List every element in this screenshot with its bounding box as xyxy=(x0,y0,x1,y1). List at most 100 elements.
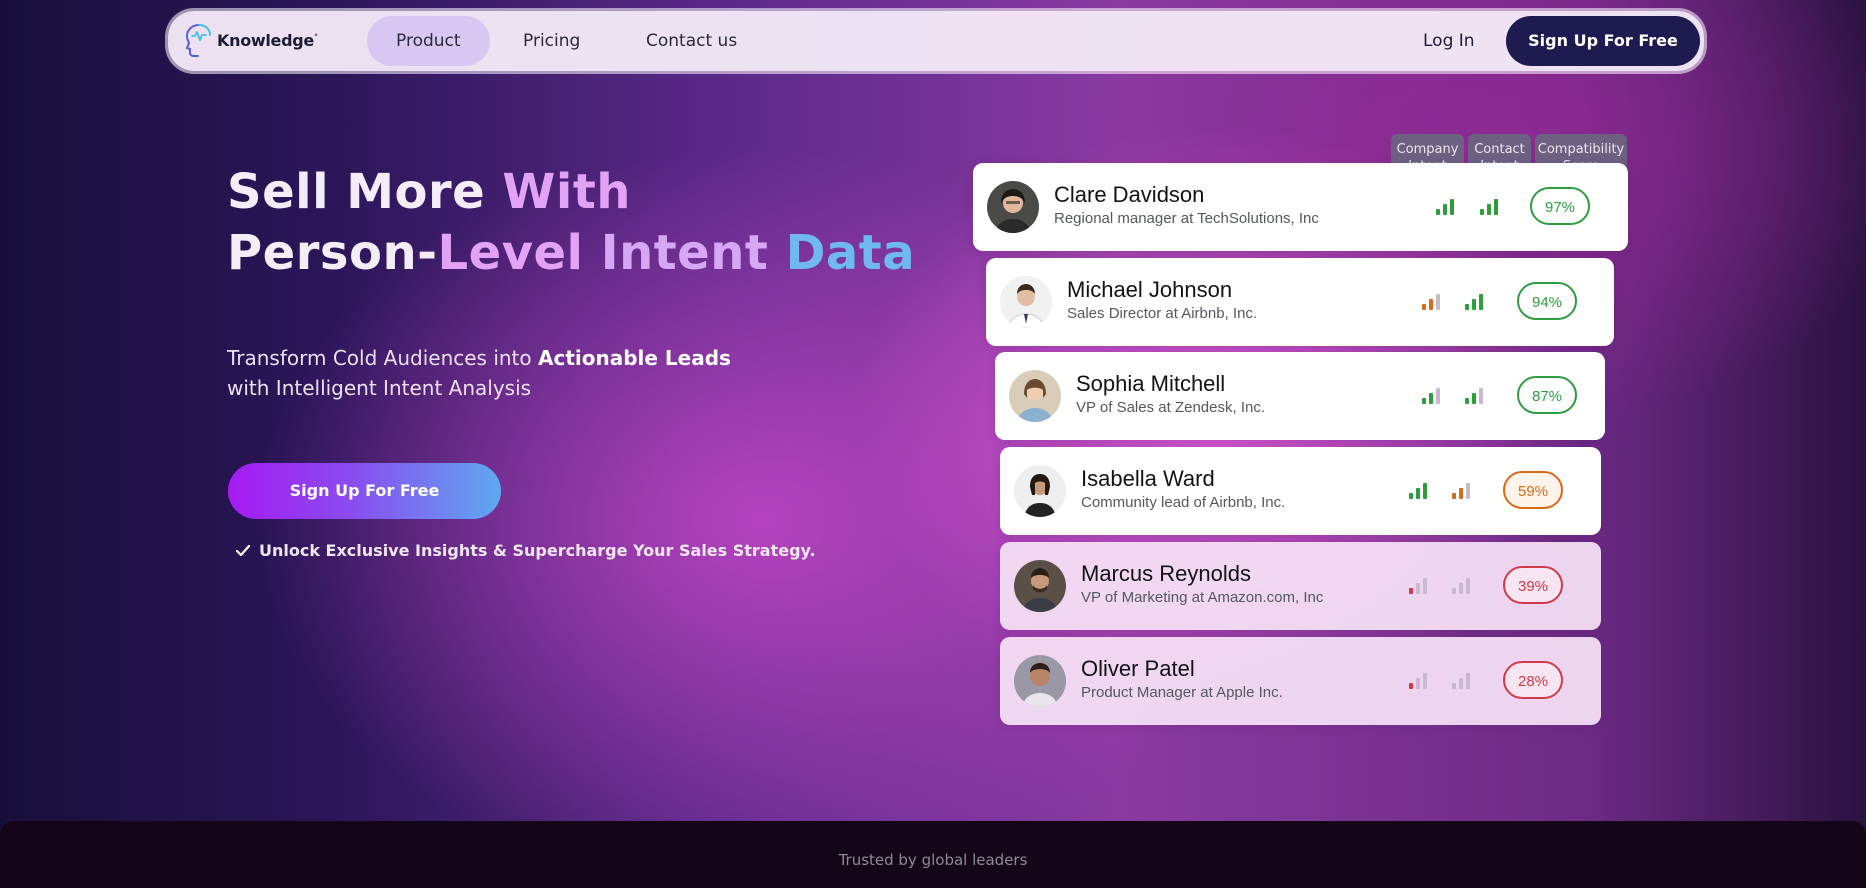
signal-bar xyxy=(1436,388,1440,404)
signal-bar xyxy=(1409,493,1413,499)
column-header-label: Contact xyxy=(1474,141,1525,157)
avatar xyxy=(1009,370,1061,422)
login-link[interactable]: Log In xyxy=(1423,16,1475,66)
column-header-label: Company xyxy=(1396,141,1459,157)
nav-signup-button[interactable]: Sign Up For Free xyxy=(1506,16,1700,66)
compatibility-score-badge: 59% xyxy=(1503,471,1563,509)
compatibility-score-badge: 39% xyxy=(1503,566,1563,604)
signal-bar xyxy=(1416,678,1420,689)
hero-title-part: Person- xyxy=(227,225,438,281)
hero-title-part: Data xyxy=(785,225,916,281)
logo[interactable]: Knowledge° xyxy=(184,22,318,58)
signal-bar xyxy=(1472,393,1476,404)
signal-bar xyxy=(1443,204,1447,215)
signal-bar xyxy=(1480,209,1484,215)
hero-benefit-text: Unlock Exclusive Insights & Supercharge … xyxy=(259,541,816,560)
signal-bar xyxy=(1423,578,1427,594)
signal-bar xyxy=(1422,304,1426,310)
hero-title-part: With xyxy=(502,164,631,220)
company-intent-signal-icon xyxy=(1422,292,1440,310)
signal-bar xyxy=(1487,204,1491,215)
lead-role: Community lead of Airbnb, Inc. xyxy=(1081,494,1286,511)
avatar xyxy=(987,181,1039,233)
trusted-by-text: Trusted by global leaders xyxy=(838,851,1028,869)
logo-text: Knowledge xyxy=(217,30,314,50)
hero-subtitle-text: with Intelligent Intent Analysis xyxy=(227,376,532,400)
footer-band: Trusted by global leaders xyxy=(0,821,1866,888)
lead-card[interactable]: Oliver Patel Product Manager at Apple In… xyxy=(1000,637,1601,725)
lead-card[interactable]: Michael Johnson Sales Director at Airbnb… xyxy=(986,258,1614,346)
contact-intent-signal-icon xyxy=(1452,481,1470,499)
signal-bar xyxy=(1409,683,1413,689)
signal-bar xyxy=(1466,483,1470,499)
signal-bar xyxy=(1422,398,1426,404)
hero-title-part: Intent xyxy=(600,225,786,281)
hero-title-part: Level xyxy=(437,225,601,281)
lead-name: Michael Johnson xyxy=(1067,277,1233,302)
top-navbar: Knowledge° Product Pricing Contact us Lo… xyxy=(168,11,1704,71)
signal-bar xyxy=(1416,583,1420,594)
signal-bar xyxy=(1459,488,1463,499)
brain-head-logo-icon xyxy=(185,24,211,57)
signal-bar xyxy=(1452,683,1456,689)
nav-pricing[interactable]: Pricing xyxy=(494,16,609,66)
signal-bar xyxy=(1436,209,1440,215)
lead-name: Oliver Patel xyxy=(1081,656,1195,681)
company-intent-signal-icon xyxy=(1409,671,1427,689)
company-intent-signal-icon xyxy=(1422,386,1440,404)
signal-bar xyxy=(1450,199,1454,215)
signal-bar xyxy=(1459,583,1463,594)
lead-card[interactable]: Marcus Reynolds VP of Marketing at Amazo… xyxy=(1000,542,1601,630)
company-intent-signal-icon xyxy=(1436,197,1454,215)
column-header-label: Compatibility xyxy=(1537,141,1625,157)
lead-name: Marcus Reynolds xyxy=(1081,561,1251,586)
signal-bar xyxy=(1423,483,1427,499)
signal-bar xyxy=(1466,578,1470,594)
signal-bar xyxy=(1465,304,1469,310)
contact-intent-signal-icon xyxy=(1480,197,1498,215)
signal-bar xyxy=(1472,299,1476,310)
compatibility-score-badge: 94% xyxy=(1517,282,1577,320)
lead-card[interactable]: Clare Davidson Regional manager at TechS… xyxy=(973,163,1628,251)
lead-name: Clare Davidson xyxy=(1054,182,1205,207)
lead-name: Sophia Mitchell xyxy=(1076,371,1226,396)
lead-name: Isabella Ward xyxy=(1081,466,1215,491)
compatibility-score-badge: 97% xyxy=(1530,187,1590,225)
nav-product[interactable]: Product xyxy=(367,16,490,66)
signal-bar xyxy=(1459,678,1463,689)
signal-bar xyxy=(1452,588,1456,594)
avatar xyxy=(1014,465,1066,517)
compatibility-score-badge: 87% xyxy=(1517,376,1577,414)
lead-card[interactable]: Sophia Mitchell VP of Sales at Zendesk, … xyxy=(995,352,1605,440)
signal-bar xyxy=(1479,388,1483,404)
signal-bar xyxy=(1452,493,1456,499)
signal-bar xyxy=(1466,673,1470,689)
contact-intent-signal-icon xyxy=(1452,671,1470,689)
hero-benefit: Unlock Exclusive Insights & Supercharge … xyxy=(235,541,816,560)
hero-title-part: Sell More xyxy=(227,164,503,220)
logo-registered-mark: ° xyxy=(313,32,318,42)
signal-bar xyxy=(1479,294,1483,310)
signal-bar xyxy=(1409,588,1413,594)
nav-contact-us[interactable]: Contact us xyxy=(617,16,766,66)
hero-subtitle-text: Transform Cold Audiences into xyxy=(227,346,538,370)
contact-intent-signal-icon xyxy=(1465,386,1483,404)
company-intent-signal-icon xyxy=(1409,481,1427,499)
lead-card[interactable]: Isabella Ward Community lead of Airbnb, … xyxy=(1000,447,1601,535)
checkmark-icon xyxy=(235,544,251,556)
signal-bar xyxy=(1436,294,1440,310)
avatar xyxy=(1014,560,1066,612)
hero-signup-button[interactable]: Sign Up For Free xyxy=(228,463,501,519)
signal-bar xyxy=(1429,299,1433,310)
hero-title: Sell More With Person-Level Intent Data xyxy=(227,162,915,284)
avatar xyxy=(1014,655,1066,707)
contact-intent-signal-icon xyxy=(1465,292,1483,310)
lead-role: Regional manager at TechSolutions, Inc xyxy=(1054,210,1319,227)
avatar xyxy=(1000,276,1052,328)
lead-role: Sales Director at Airbnb, Inc. xyxy=(1067,305,1258,322)
signal-bar xyxy=(1423,673,1427,689)
signal-bar xyxy=(1429,393,1433,404)
hero-subtitle-bold: Actionable Leads xyxy=(538,346,731,370)
signal-bar xyxy=(1494,199,1498,215)
lead-role: VP of Marketing at Amazon.com, Inc xyxy=(1081,589,1324,606)
